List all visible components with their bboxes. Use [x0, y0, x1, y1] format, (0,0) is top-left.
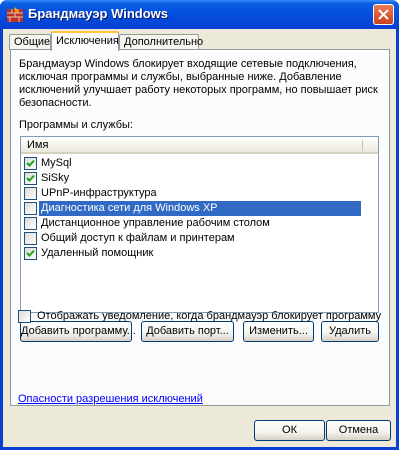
list-item-checkbox[interactable] — [24, 202, 37, 215]
firewall-icon — [7, 7, 23, 22]
close-button[interactable] — [373, 4, 394, 25]
exceptions-description: Брандмауэр Windows блокирует входящие се… — [19, 58, 378, 109]
tab-exceptions[interactable]: Исключения — [51, 31, 119, 51]
firewall-dialog: Брандмауэр Windows Общие Исключения Допо… — [0, 0, 399, 450]
delete-button[interactable]: Удалить — [321, 321, 379, 342]
checkmark-icon — [26, 249, 35, 257]
list-item-remote-desktop[interactable]: Дистанционное управление рабочим столом — [23, 216, 358, 231]
notify-label: Отображать уведомление, когда брандмауэр… — [37, 310, 382, 322]
close-icon — [378, 9, 389, 20]
ok-button[interactable]: ОК — [254, 420, 325, 441]
list-item-remote-assistance[interactable]: Удаленный помощник — [23, 246, 358, 261]
list-item-checkbox[interactable] — [24, 187, 37, 200]
list-item-upnp[interactable]: UPnP-инфраструктура — [23, 186, 358, 201]
list-item-label: Удаленный помощник — [41, 247, 154, 259]
tab-general[interactable]: Общие — [9, 34, 51, 50]
list-item-checkbox[interactable] — [24, 172, 37, 185]
list-item-label: UPnP-инфраструктура — [41, 187, 157, 199]
list-item-sisky[interactable]: SiSky — [23, 171, 358, 186]
exceptions-panel: Брандмауэр Windows блокирует входящие се… — [10, 49, 390, 406]
edit-button[interactable]: Изменить... — [243, 321, 314, 342]
column-header-name[interactable]: Имя — [21, 137, 378, 154]
list-item-file-printer-sharing[interactable]: Общий доступ к файлам и принтерам — [23, 231, 358, 246]
cancel-button[interactable]: Отмена — [326, 420, 391, 441]
add-program-button[interactable]: Добавить программу... — [20, 321, 136, 342]
list-item-network-diagnostics[interactable]: Диагностика сети для Windows XP — [23, 201, 361, 216]
exceptions-risk-link[interactable]: Опасности разрешения исключений — [18, 393, 203, 405]
tab-advanced[interactable]: Дополнительно — [119, 34, 203, 50]
programs-list[interactable]: Имя MySql SiSky UPnP-инфраструктура Диаг… — [20, 136, 379, 313]
column-divider[interactable] — [362, 140, 363, 151]
programs-list-label: Программы и службы: — [19, 119, 133, 131]
list-item-label: Диагностика сети для Windows XP — [39, 201, 361, 216]
list-item-label: Дистанционное управление рабочим столом — [41, 217, 270, 229]
list-item-checkbox[interactable] — [24, 232, 37, 245]
list-item-mysql[interactable]: MySql — [23, 156, 358, 171]
list-item-checkbox[interactable] — [24, 247, 37, 260]
checkmark-icon — [26, 174, 35, 182]
column-header-label: Имя — [27, 139, 49, 151]
list-item-label: Общий доступ к файлам и принтерам — [41, 232, 235, 244]
list-item-label: MySql — [41, 157, 72, 169]
add-port-button[interactable]: Добавить порт... — [141, 321, 234, 342]
window-title: Брандмауэр Windows — [28, 6, 169, 21]
title-bar[interactable]: Брандмауэр Windows — [0, 0, 399, 29]
list-item-checkbox[interactable] — [24, 157, 37, 170]
checkmark-icon — [26, 159, 35, 167]
notify-checkbox[interactable] — [18, 310, 31, 323]
list-item-checkbox[interactable] — [24, 217, 37, 230]
list-item-label: SiSky — [41, 172, 70, 184]
